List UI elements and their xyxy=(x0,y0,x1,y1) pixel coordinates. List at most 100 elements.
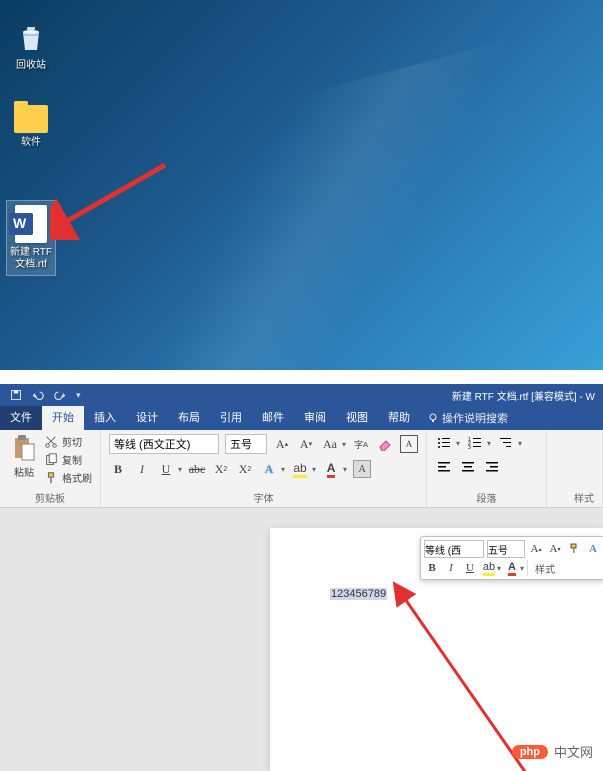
undo-icon[interactable] xyxy=(32,389,44,401)
watermark: php 中文网 xyxy=(512,742,593,761)
mini-font-size[interactable] xyxy=(487,540,525,558)
ribbon-tabs: 文件 开始 插入 设计 布局 引用 邮件 审阅 视图 帮助 操作说明搜索 xyxy=(0,406,603,430)
cut-button[interactable]: 剪切 xyxy=(44,434,92,449)
strikethrough-button[interactable]: abc xyxy=(188,460,206,478)
scissors-icon xyxy=(44,435,58,449)
tab-review[interactable]: 审阅 xyxy=(294,406,336,430)
word-application-window: ▾ 新建 RTF 文档.rtf [兼容模式] - W 文件 开始 插入 设计 布… xyxy=(0,384,603,771)
tab-references[interactable]: 引用 xyxy=(210,406,252,430)
redo-icon[interactable] xyxy=(54,389,66,401)
mini-styles-button[interactable]: A xyxy=(585,541,601,557)
tab-view[interactable]: 视图 xyxy=(336,406,378,430)
tab-design[interactable]: 设计 xyxy=(126,406,168,430)
watermark-badge: php xyxy=(512,745,548,759)
numbering-button[interactable]: 123 xyxy=(466,434,484,452)
highlight-button[interactable]: ab xyxy=(291,460,309,478)
window-title: 新建 RTF 文档.rtf [兼容模式] - W xyxy=(81,388,599,403)
align-left-button[interactable] xyxy=(435,458,453,476)
superscript-button[interactable]: X2 xyxy=(236,460,254,478)
align-right-icon xyxy=(485,460,499,474)
ribbon-group-clipboard: 粘贴 剪切 复制 格式刷 剪贴板 xyxy=(0,430,101,507)
paste-button[interactable]: 粘贴 xyxy=(8,434,40,479)
document-surface: 123456789 I A▴ A▾ A B I U ab▾ A▾ 样式 xyxy=(0,508,603,771)
windows-desktop: 回收站 软件 新建 RTF 文档.rtf xyxy=(0,0,603,370)
multilevel-icon xyxy=(499,436,513,450)
mini-bold[interactable]: B xyxy=(424,560,440,576)
align-center-button[interactable] xyxy=(459,458,477,476)
subscript-button[interactable]: X2 xyxy=(212,460,230,478)
text-cursor-indicator: I xyxy=(398,587,401,601)
mini-highlight[interactable]: ab xyxy=(481,560,497,576)
shrink-font-button[interactable]: A▾ xyxy=(297,435,315,453)
group-label-font: 字体 xyxy=(109,488,418,505)
group-label-styles: 样式 xyxy=(555,488,594,505)
underline-button[interactable]: U xyxy=(157,460,175,478)
desktop-icon-folder[interactable]: 软件 xyxy=(6,105,56,149)
annotation-arrow xyxy=(50,160,170,240)
phonetic-guide-button[interactable]: 字A xyxy=(352,435,370,453)
title-bar: ▾ 新建 RTF 文档.rtf [兼容模式] - W xyxy=(0,384,603,406)
icon-label: 回收站 xyxy=(6,60,56,72)
svg-text:3: 3 xyxy=(468,445,471,450)
align-left-icon xyxy=(437,460,451,474)
icon-label: 新建 RTF 文档.rtf xyxy=(7,247,55,271)
paste-icon xyxy=(12,434,36,462)
font-name-combo[interactable] xyxy=(109,434,219,454)
ribbon-group-styles: 样式 xyxy=(547,430,603,507)
tab-mailings[interactable]: 邮件 xyxy=(252,406,294,430)
recycle-bin-icon xyxy=(13,20,49,56)
mini-shrink-font[interactable]: A▾ xyxy=(547,541,563,557)
tab-help[interactable]: 帮助 xyxy=(378,406,420,430)
brush-icon xyxy=(568,543,580,555)
font-size-combo[interactable] xyxy=(225,434,267,454)
mini-underline[interactable]: U xyxy=(462,560,478,576)
change-case-button[interactable]: Aa xyxy=(321,435,339,453)
tab-insert[interactable]: 插入 xyxy=(84,406,126,430)
ribbon: 粘贴 剪切 复制 格式刷 剪贴板 xyxy=(0,430,603,508)
ribbon-group-paragraph: ▾ 123▾ ▾ 段落 xyxy=(427,430,547,507)
save-icon[interactable] xyxy=(10,389,22,401)
desktop-icon-rtf-document[interactable]: 新建 RTF 文档.rtf xyxy=(6,200,56,276)
copy-button[interactable]: 复制 xyxy=(44,452,92,467)
mini-font-name[interactable] xyxy=(424,540,484,558)
eraser-icon xyxy=(378,437,392,451)
mini-toolbar: A▴ A▾ A B I U ab▾ A▾ 样式 xyxy=(420,536,603,580)
char-shading-button[interactable]: A xyxy=(353,460,371,478)
selected-text[interactable]: 123456789 xyxy=(330,588,387,600)
numbering-icon: 123 xyxy=(468,436,482,450)
bullets-button[interactable] xyxy=(435,434,453,452)
desktop-icon-recycle-bin[interactable]: 回收站 xyxy=(6,20,56,72)
tell-me-search[interactable]: 操作说明搜索 xyxy=(428,410,508,426)
clear-formatting-button[interactable] xyxy=(376,435,394,453)
bold-button[interactable]: B xyxy=(109,460,127,478)
format-painter-button[interactable]: 格式刷 xyxy=(44,470,92,485)
multilevel-list-button[interactable] xyxy=(497,434,515,452)
enclose-char-button[interactable]: A xyxy=(400,435,418,453)
group-label-clipboard: 剪贴板 xyxy=(8,488,92,505)
mini-format-painter[interactable] xyxy=(566,541,582,557)
ribbon-group-font: A▴ A▾ Aa▾ 字A A B I U▾ abc X2 X2 A▾ ab▾ A… xyxy=(101,430,427,507)
word-document-icon xyxy=(15,205,47,243)
align-right-button[interactable] xyxy=(483,458,501,476)
mini-italic[interactable]: I xyxy=(443,560,459,576)
mini-styles-label[interactable]: 样式 xyxy=(531,561,559,576)
tab-home[interactable]: 开始 xyxy=(42,406,84,430)
watermark-text: 中文网 xyxy=(554,742,593,761)
copy-icon xyxy=(44,453,58,467)
folder-icon xyxy=(14,105,48,133)
align-center-icon xyxy=(461,460,475,474)
group-label-paragraph: 段落 xyxy=(435,488,538,505)
tab-file[interactable]: 文件 xyxy=(0,406,42,430)
grow-font-button[interactable]: A▴ xyxy=(273,435,291,453)
tab-layout[interactable]: 布局 xyxy=(168,406,210,430)
mini-grow-font[interactable]: A▴ xyxy=(528,541,544,557)
brush-icon xyxy=(44,471,58,485)
lightbulb-icon xyxy=(428,413,438,423)
bullets-icon xyxy=(437,436,451,450)
font-color-button[interactable]: A xyxy=(322,460,340,478)
text-effects-button[interactable]: A xyxy=(260,460,278,478)
icon-label: 软件 xyxy=(6,137,56,149)
quick-access-toolbar: ▾ xyxy=(4,389,81,401)
italic-button[interactable]: I xyxy=(133,460,151,478)
mini-font-color[interactable]: A xyxy=(504,560,520,576)
